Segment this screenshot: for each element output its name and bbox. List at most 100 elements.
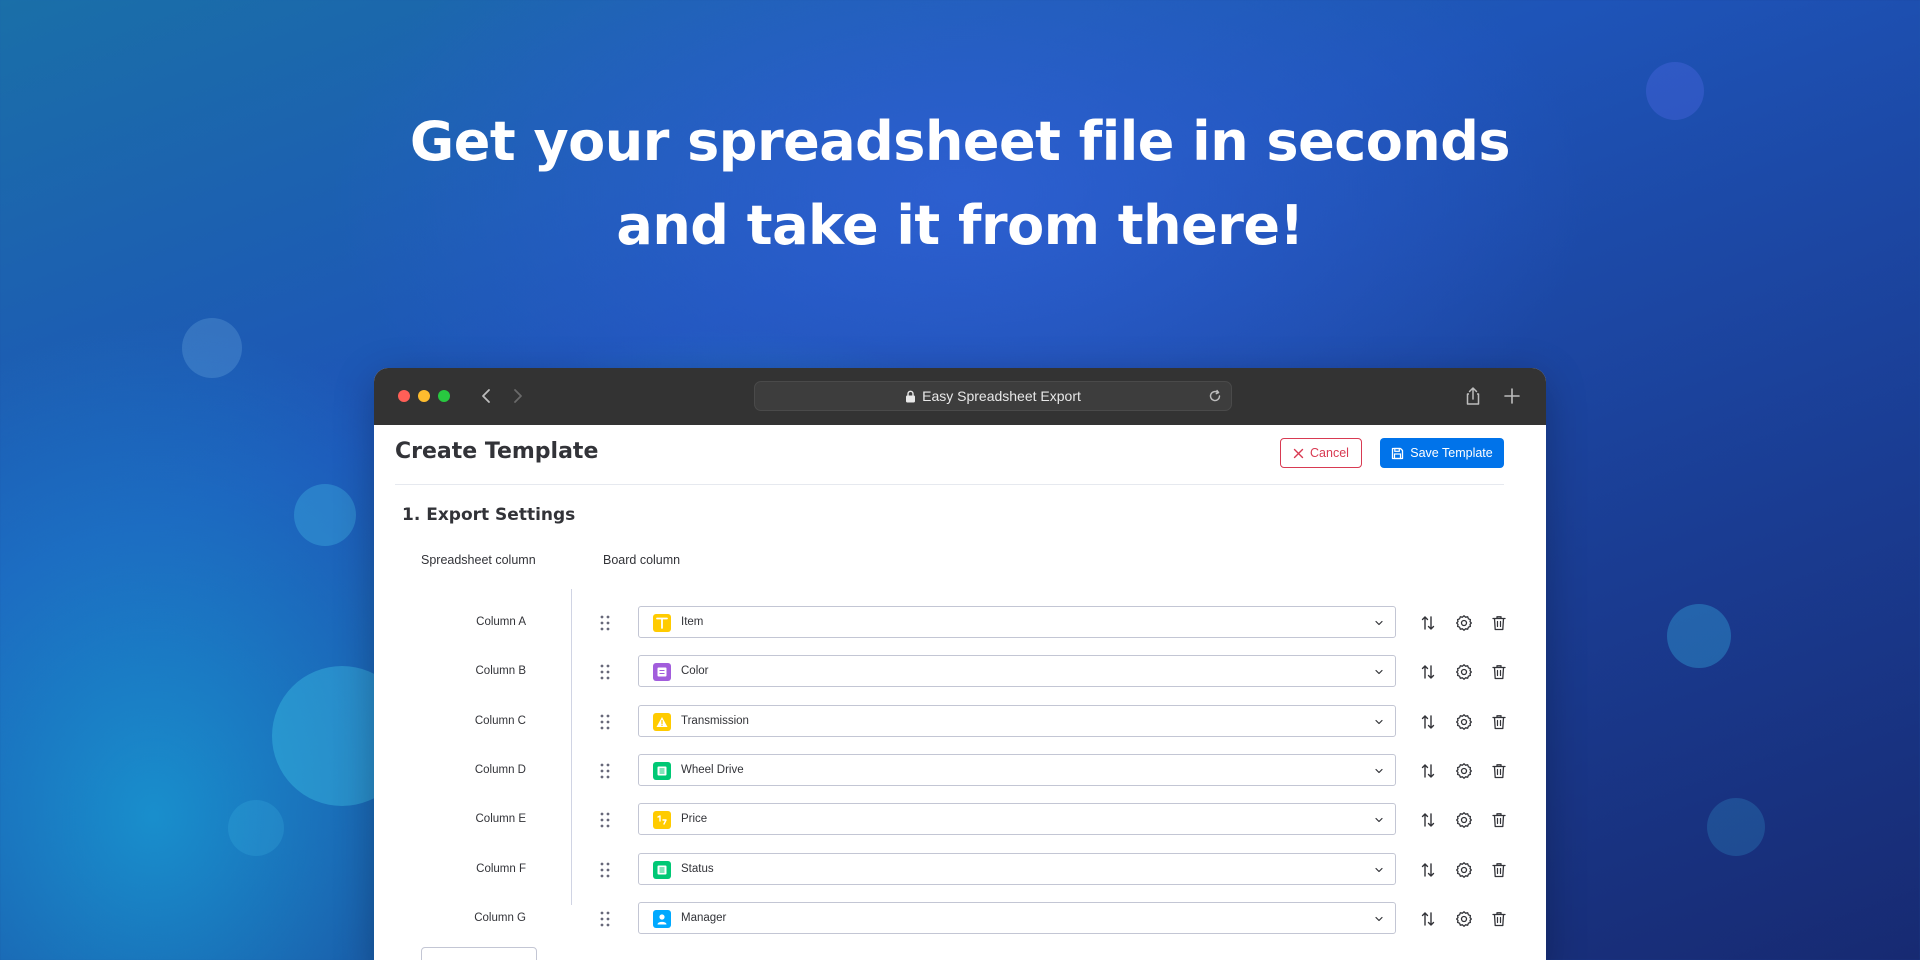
board-column-select[interactable]: Color [638,655,1396,687]
gear-icon[interactable] [1455,713,1473,731]
board-column-select[interactable]: Wheel Drive [638,754,1396,786]
browser-window: Easy Spreadsheet Export Create Template … [374,368,1546,960]
close-window-button[interactable] [398,390,410,402]
board-column-value: Color [681,665,709,677]
address-bar[interactable]: Easy Spreadsheet Export [754,381,1232,411]
mapping-row-column-e: Column E Price [374,803,1546,837]
gear-icon[interactable] [1455,762,1473,780]
share-icon[interactable] [1462,385,1484,407]
minimize-window-button[interactable] [418,390,430,402]
mapping-row-column-b: Column B Color [374,655,1546,689]
maximize-window-button[interactable] [438,390,450,402]
sort-icon[interactable] [1419,663,1437,681]
gear-icon[interactable] [1455,663,1473,681]
mapping-row-column-a: Column A Item [374,606,1546,640]
drag-handle-icon[interactable] [598,861,612,879]
hero-headline: Get your spreadsheet file in seconds and… [0,100,1920,268]
forward-arrow-icon[interactable] [506,385,528,407]
board-column-value: Manager [681,912,727,924]
board-column-value: Item [681,616,704,628]
trash-icon[interactable] [1490,811,1508,829]
dropdown-type-icon [653,663,671,681]
board-column-select[interactable]: Status [638,853,1396,885]
number-type-icon [653,811,671,829]
drag-handle-icon[interactable] [598,762,612,780]
chevron-down-icon [1375,669,1383,675]
chevron-down-icon [1375,768,1383,774]
address-bar-title: Easy Spreadsheet Export [922,388,1081,404]
spreadsheet-column-label: Column F [476,863,526,875]
decorative-bubble [228,800,284,856]
drag-handle-icon[interactable] [598,614,612,632]
mapping-row-column-f: Column F Status [374,853,1546,887]
close-icon [1293,448,1304,458]
add-column-button[interactable] [421,947,537,960]
status-type-icon [653,762,671,780]
decorative-bubble [182,318,242,378]
spreadsheet-column-label: Column C [474,715,526,727]
spreadsheet-column-label: Column B [475,665,527,677]
sort-icon[interactable] [1419,614,1437,632]
sort-icon[interactable] [1419,811,1437,829]
cancel-button-label: Cancel [1310,446,1349,460]
trash-icon[interactable] [1490,910,1508,928]
drag-handle-icon[interactable] [598,910,612,928]
mapping-row-column-c: Column C Transmission [374,705,1546,739]
save-template-button-label: Save Template [1410,446,1493,460]
status-type-icon [653,861,671,879]
back-arrow-icon[interactable] [476,385,498,407]
cancel-button[interactable]: Cancel [1280,438,1362,468]
lock-icon [906,390,916,403]
mapping-row-column-g: Column G Manager [374,902,1546,936]
board-column-select[interactable]: Manager [638,902,1396,934]
decorative-bubble [1667,604,1731,668]
hero-line-2: and take it from there! [616,194,1304,257]
create-template-page: Create Template Cancel Save Template 1. … [374,425,1546,960]
mapping-row-column-d: Column D Wheel Drive [374,754,1546,788]
sort-icon[interactable] [1419,762,1437,780]
spreadsheet-column-label: Column A [476,616,526,628]
chevron-down-icon [1375,817,1383,823]
trash-icon[interactable] [1490,663,1508,681]
people-type-icon [653,910,671,928]
sort-icon[interactable] [1419,713,1437,731]
board-column-select[interactable]: Transmission [638,705,1396,737]
spreadsheet-column-label: Column E [475,813,527,825]
sort-icon[interactable] [1419,910,1437,928]
page-title: Create Template [395,439,599,464]
board-column-value: Transmission [681,715,749,727]
chevron-down-icon [1375,620,1383,626]
drag-handle-icon[interactable] [598,811,612,829]
new-tab-icon[interactable] [1501,385,1523,407]
board-column-value: Status [681,863,714,875]
trash-icon[interactable] [1490,861,1508,879]
board-column-value: Price [681,813,708,825]
decorative-bubble [294,484,356,546]
browser-titlebar: Easy Spreadsheet Export [374,368,1546,425]
board-column-select[interactable]: Price [638,803,1396,835]
save-icon [1392,447,1404,459]
trash-icon[interactable] [1490,614,1508,632]
gear-icon[interactable] [1455,811,1473,829]
sort-icon[interactable] [1419,861,1437,879]
gear-icon[interactable] [1455,910,1473,928]
board-column-value: Wheel Drive [681,764,744,776]
board-column-header: Board column [603,553,681,567]
gear-icon[interactable] [1455,861,1473,879]
save-template-button[interactable]: Save Template [1380,438,1504,468]
board-column-select[interactable]: Item [638,606,1396,638]
warning-type-icon [653,713,671,731]
hero-line-1: Get your spreadsheet file in seconds [409,110,1511,173]
section-title: 1. Export Settings [402,505,576,525]
text-type-icon [653,614,671,632]
chevron-down-icon [1375,916,1383,922]
spreadsheet-column-label: Column D [474,764,526,776]
header-divider [395,484,1504,485]
drag-handle-icon[interactable] [598,713,612,731]
trash-icon[interactable] [1490,713,1508,731]
drag-handle-icon[interactable] [598,663,612,681]
spreadsheet-column-label: Column G [474,912,526,924]
trash-icon[interactable] [1490,762,1508,780]
gear-icon[interactable] [1455,614,1473,632]
reload-icon[interactable] [1207,388,1223,404]
